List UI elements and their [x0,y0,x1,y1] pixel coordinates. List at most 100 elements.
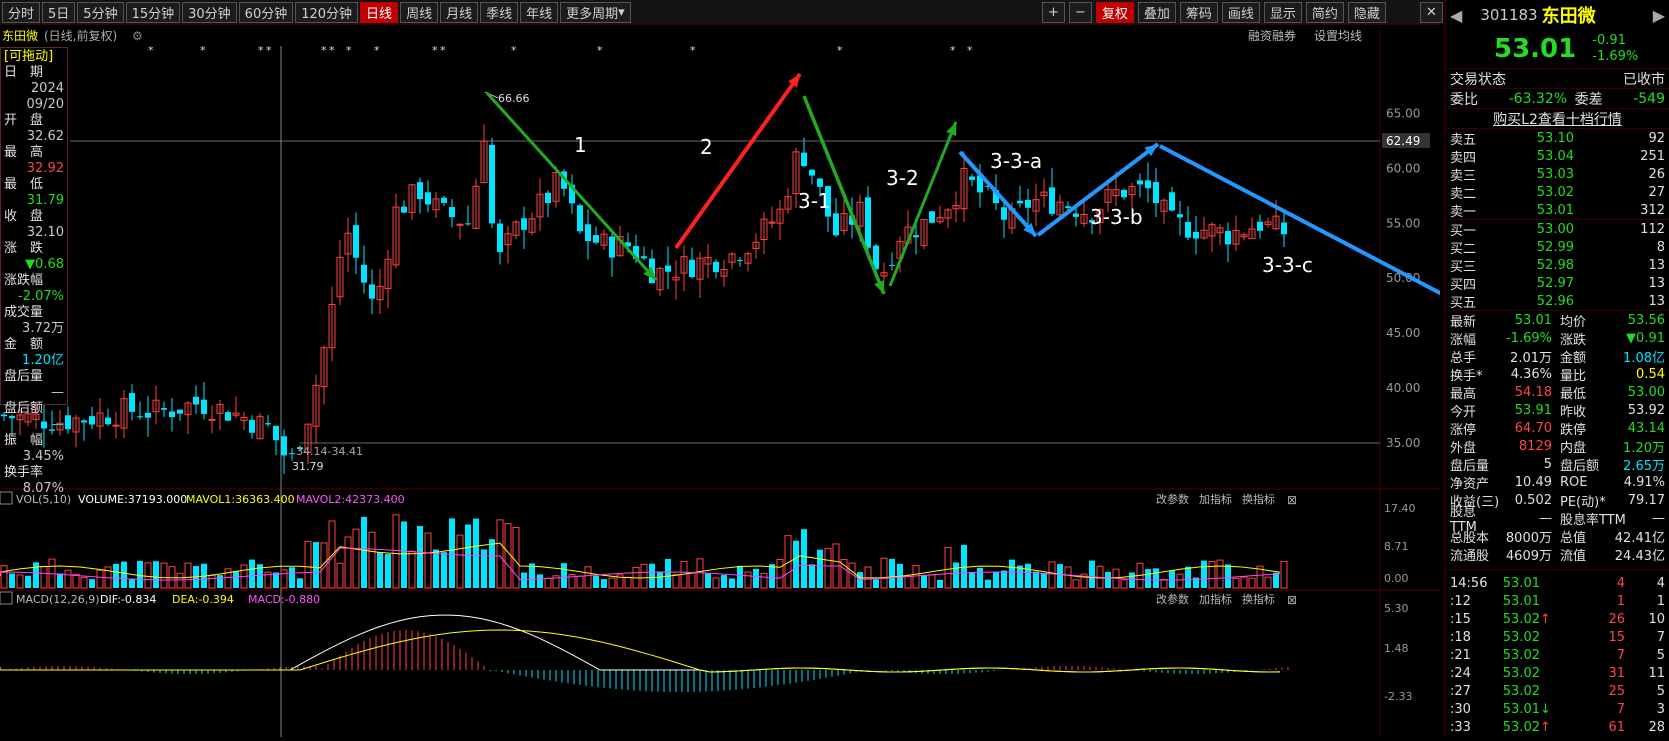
info-label: 振 幅 [4,433,44,448]
bids-vol: 13 [1648,293,1665,309]
margin-link: 融资融券 [1248,28,1296,43]
stat-value: 54.18 [1514,384,1552,400]
toolbar-btn-2[interactable]: 复权 [1095,2,1134,23]
info-label: 开 盘 [4,113,44,128]
tick-count: 28 [1648,719,1665,735]
drag-label[interactable]: [可拖动] [4,49,64,65]
candle-down [969,176,975,180]
event-star-icon: * [346,44,352,57]
period-tab-9[interactable]: 月线 [440,1,479,23]
candle-up [208,418,216,421]
stat-value: 8000万 [1505,530,1552,546]
vol-bar-up [280,569,288,589]
close-icon: ⊠ [1287,493,1297,507]
event-star-icon: * [440,44,446,57]
close-icon[interactable]: ✕ [1420,2,1443,23]
candle-down [497,223,503,253]
period-tab-7[interactable]: 日线 [360,1,399,23]
toolbar-btn-0[interactable]: + [1042,2,1065,23]
info-value: — [51,385,64,400]
dif-value: DIF:-0.834 [100,593,156,606]
vol-bar-up [352,528,360,589]
candle-down [289,453,295,455]
vol-bar-down [1185,566,1191,588]
toolbar-btn-1[interactable]: − [1068,2,1092,23]
period-tab-0[interactable]: 分时 [2,1,41,23]
tick-time: :15 [1450,611,1471,627]
vol-bar-down [297,578,303,588]
toolbar-btn-5[interactable]: 画线 [1221,2,1260,23]
stat-value: 64.70 [1514,420,1552,436]
stat-label: 今开 [1450,404,1477,420]
stat-label: PE(动)* [1560,494,1606,510]
period-tab-3[interactable]: 15分钟 [125,1,181,23]
info-label: 涨 跌 [4,241,44,256]
vol-bar-down [33,562,39,588]
price-change-pct: -1.69% [1592,49,1639,64]
vol-bar-down [737,565,743,588]
vol-bar-up [640,563,648,589]
period-tab-11[interactable]: 年线 [520,1,559,23]
vol-bar-down [137,560,143,588]
info-value: ▼0.68 [25,257,64,272]
stat-label: 总手 [1450,350,1477,366]
toolbar-btn-3[interactable]: 叠加 [1137,2,1176,23]
weibi-label: 委比 [1450,91,1478,108]
macd-param-link: 改参数 [1156,592,1189,606]
tick-count: 10 [1648,611,1665,627]
vol-bar-down [721,575,727,588]
l2-link[interactable]: 购买L2查看十档行情 [1493,109,1622,129]
macd-axis-label: 1.48 [1384,642,1409,655]
vol-bar-down [473,518,479,588]
candle-up [112,424,120,427]
period-tab-8[interactable]: 周线 [400,1,439,23]
info-value: — [51,417,64,432]
chart-area[interactable]: 东田微 (日线,前复权) ⚙ 融资融券 设置均线 65.00 62.49 60.00 55.00… [0,26,1523,737]
toolbar-btn-8[interactable]: 隐藏 [1347,2,1386,23]
bids-price: 53.00 [1536,221,1574,237]
bids-vol: 112 [1640,221,1665,237]
asks-label: 卖一 [1450,204,1477,220]
toolbar-btn-4[interactable]: 筹码 [1179,2,1218,23]
vol-bar-down [1001,570,1007,588]
period-tab-5[interactable]: 60分钟 [238,1,294,23]
vol-bar-up [904,575,912,589]
tick-vol: 7 [1616,647,1625,663]
stat-label: 最低 [1560,386,1587,402]
stat-label: 股息率TTM [1560,512,1626,528]
kline-chart[interactable]: 东田微 (日线,前复权) ⚙ 融资融券 设置均线 65.00 62.49 60.00 55.00… [0,26,1523,737]
stat-label: 量比 [1560,368,1587,384]
dif-line [0,614,1281,673]
period-tab-2[interactable]: 5分钟 [77,1,124,23]
candle-down [169,411,175,418]
info-panel[interactable]: [可拖动] 日 期 2024 09/20 开 盘 32.62 最 高 32.92 最 低 31.… [0,47,68,496]
stat-value: 1.20万 [1623,440,1665,456]
vol-bar-up [544,577,552,589]
asks-price: 53.03 [1536,166,1574,182]
info-value: 32.10 [26,225,64,240]
vol-bar-down [465,524,471,588]
vol-bar-down [89,579,95,588]
toolbar-btn-7[interactable]: 简约 [1305,2,1344,23]
vol-bar-down [25,575,31,588]
forward-arrow-icon[interactable]: ▶ [1653,6,1665,25]
candle-down [161,408,167,410]
period-tab-12[interactable]: 更多周期 ▾ [560,1,631,23]
period-tab-10[interactable]: 季线 [480,1,519,23]
mavol2-line [0,547,1281,581]
info-label: 金 额 [4,337,44,352]
period-tab-4[interactable]: 30分钟 [182,1,237,23]
period-tab-1[interactable]: 5日 [42,1,76,23]
asks-price: 53.01 [1536,202,1574,218]
toolbar-btn-6[interactable]: 显示 [1263,2,1302,23]
period-tab-6[interactable]: 120分钟 [295,1,359,23]
event-star-icon: * [321,44,327,57]
back-arrow-icon[interactable]: ◀ [1450,6,1462,25]
info-label: 日 期 [4,65,44,80]
asks-vol: 26 [1648,166,1665,182]
ma-settings-link: 设置均线 [1314,29,1362,43]
candle-down [737,259,743,261]
vol-bar-down [753,568,759,588]
wave-label: 3-3-a [990,149,1042,173]
candle-down [417,182,423,200]
